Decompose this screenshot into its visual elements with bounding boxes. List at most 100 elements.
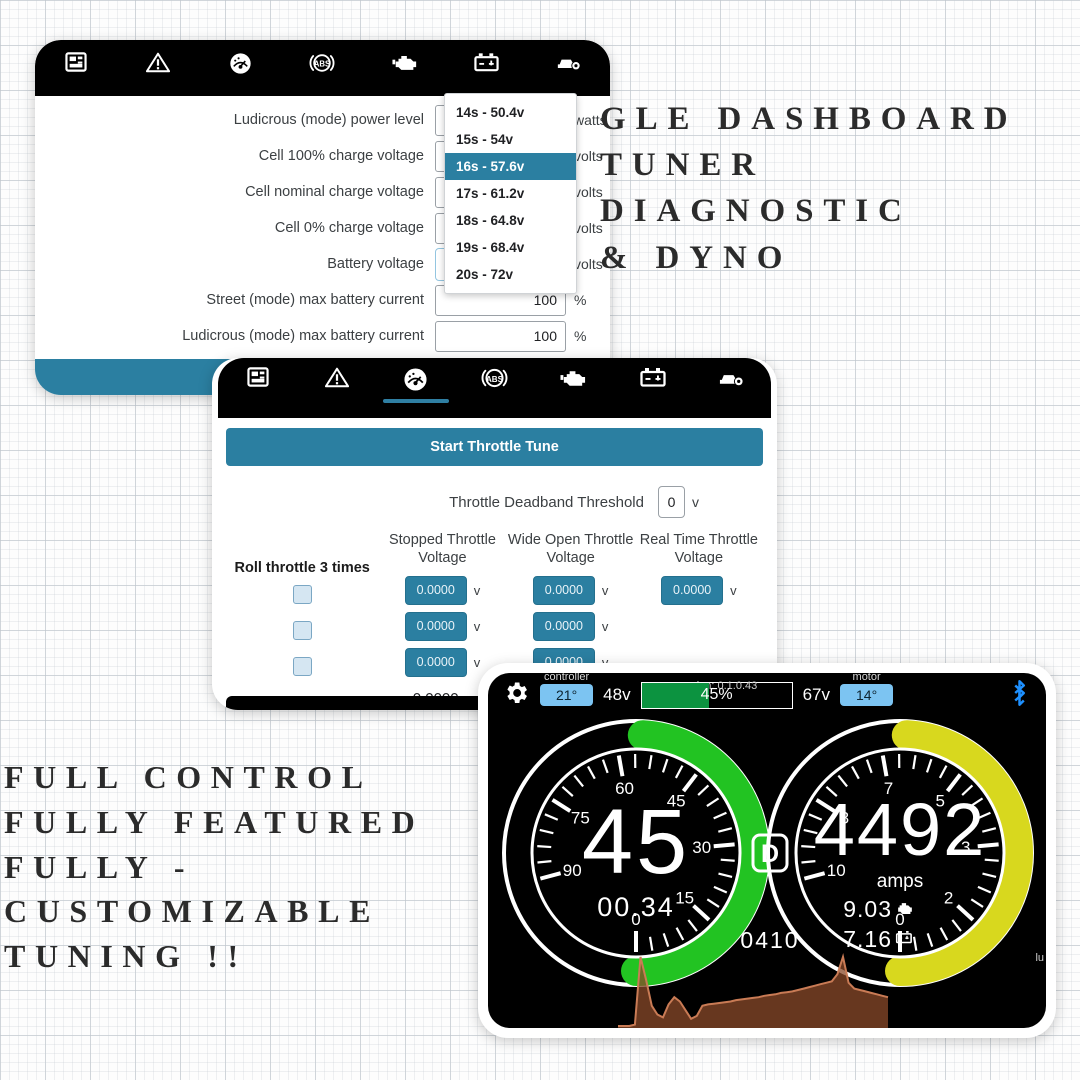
setting-unit: % [574,292,587,308]
speed-value: 45 [582,791,690,893]
live-dashboard-panel: controller 21° 48v version: 0.1.0.43 45%… [478,663,1056,1038]
nav-vehicle-settings[interactable] [528,40,610,83]
speedometer-icon [403,367,428,392]
nav-engine[interactable] [534,358,613,399]
rpm-unit-label: amps [877,871,923,892]
unit-label: v [730,582,737,598]
ludicrous-max-battery-current-input[interactable] [435,320,566,352]
dashboard-info-icon [65,52,87,72]
unit-label: v [473,654,481,670]
setting-label: Cell nominal charge voltage [245,184,424,200]
battery-icon [639,367,666,387]
dashboard-info-icon [246,367,269,387]
dropdown-option[interactable]: 15s - 54v [445,126,576,153]
nav-battery[interactable] [613,358,692,398]
wide-open-throttle-value-1[interactable]: 0.0000 [532,575,595,605]
stopped-throttle-header: Stopped Throttle Voltage [388,532,496,566]
navigation-bar-throttle: ABS [218,358,771,418]
car-settings-icon [718,367,745,388]
svg-text:2: 2 [944,889,953,908]
battery-icon [474,52,499,72]
svg-text:30: 30 [692,838,711,857]
promo-headline-left: FULL CONTROL FULLY FEATURED FULLY - CUST… [4,759,425,975]
dropdown-option[interactable]: 18s - 64.8v [445,207,576,234]
dropdown-option[interactable]: 17s - 61.2v [445,180,576,207]
nav-engine[interactable] [364,40,446,83]
stopped-throttle-value-1[interactable]: 0.0000 [404,575,467,605]
throttle-deadband-row: Throttle Deadband Threshold v [226,486,763,518]
roll-checkbox-1[interactable] [292,584,312,604]
setting-label: Ludicrous (mode) power level [233,112,424,128]
setting-label: Street (mode) max battery current [206,292,424,308]
motor-temp-value: 14° [856,687,878,703]
unit-label: v [601,582,609,598]
roll-checkbox-2[interactable] [292,620,312,640]
unit-label: v [601,618,609,634]
rpm-gauge: 02357810 4492 amps 9.03 7.16 [766,719,1034,987]
dropdown-option[interactable]: 14s - 50.4v [445,99,576,126]
throttle-tune-panel: ABS Start Throttle Tune Throttle Deadban… [212,358,777,710]
battery-current-value: 7.16 [843,926,892,952]
speed-gauge: 0153045607590 45 00.34 [502,719,770,987]
settings-panel: ABS Ludicrous (mode) power level watts C… [35,40,610,395]
low-voltage-value: 48v [603,685,631,704]
nav-tuner[interactable] [199,40,281,86]
svg-text:ABS: ABS [486,375,504,384]
engine-icon [392,52,418,72]
motor-caption: motor [852,673,881,683]
warning-triangle-icon [146,52,171,73]
promo-headline-right: GLE DASHBOARD TUNER DIAGNOSTIC & DYNO [600,101,1018,276]
nav-warnings[interactable] [117,40,199,84]
nav-abs[interactable]: ABS [455,358,534,400]
svg-text:ABS: ABS [314,60,330,69]
dropdown-option[interactable]: 20s - 72v [445,261,576,288]
settings-form: Ludicrous (mode) power level watts Cell … [35,93,610,354]
roll-checkbox-3[interactable] [292,656,312,676]
roll-throttle-label: Roll throttle 3 times [234,560,370,576]
throttle-deadband-label: Throttle Deadband Threshold [449,493,644,511]
engine-current-value: 9.03 [843,896,892,922]
state-of-charge-value: 45% [700,686,733,703]
nav-warnings[interactable] [297,358,376,399]
setting-label: Cell 100% charge voltage [258,148,424,164]
nav-dashboard-info[interactable] [35,40,117,83]
nav-tuner[interactable] [376,358,455,403]
nav-active-indicator [382,399,449,403]
dropdown-option-selected[interactable]: 16s - 57.6v [445,153,576,180]
stopped-throttle-value-2[interactable]: 0.0000 [404,611,467,641]
abs-icon: ABS [309,52,335,74]
abs-icon: ABS [481,367,508,389]
throttle-deadband-input[interactable] [658,486,685,518]
setting-unit: % [574,328,587,344]
unit-label: v [473,582,481,598]
engine-icon [560,367,587,388]
odometer-value: 00.34 [597,892,675,922]
wide-open-throttle-value-2[interactable]: 0.0000 [532,611,595,641]
stopped-throttle-value-3[interactable]: 0.0000 [404,647,467,677]
real-time-throttle-header: Real Time Throttle Voltage [639,532,758,566]
nav-abs[interactable]: ABS [281,40,363,85]
nav-vehicle-settings[interactable] [692,358,771,399]
warning-triangle-icon [324,367,349,388]
start-throttle-tune-button[interactable]: Start Throttle Tune [226,428,763,466]
dashboard-screen: controller 21° 48v version: 0.1.0.43 45%… [488,673,1046,1028]
controller-caption: controller [543,673,590,683]
battery-voltage-dropdown-list[interactable]: 14s - 50.4v 15s - 54v 16s - 57.6v 17s - … [444,93,577,294]
svg-text:90: 90 [563,861,582,880]
controller-temp-value: 21° [556,687,578,703]
setting-label: Battery voltage [327,256,424,272]
nav-dashboard-info[interactable] [218,358,297,398]
current-trace-chart [618,953,889,1028]
navigation-bar-settings: ABS [35,40,610,96]
dropdown-option[interactable]: 19s - 68.4v [445,234,576,261]
nav-battery[interactable] [446,40,528,83]
speedometer-icon [229,52,252,75]
high-voltage-value: 67v [802,685,831,704]
real-time-throttle-value[interactable]: 0.0000 [661,575,724,605]
rpm-value: 4492 [814,788,987,871]
throttle-roll-column: Roll throttle 3 times averages: [226,532,378,710]
setting-label: Ludicrous (mode) max battery current [182,328,424,344]
throttle-deadband-unit: v [692,494,699,510]
wide-open-throttle-header: Wide Open Throttle Voltage [507,532,634,566]
setting-row: Ludicrous (mode) max battery current % [35,318,610,354]
